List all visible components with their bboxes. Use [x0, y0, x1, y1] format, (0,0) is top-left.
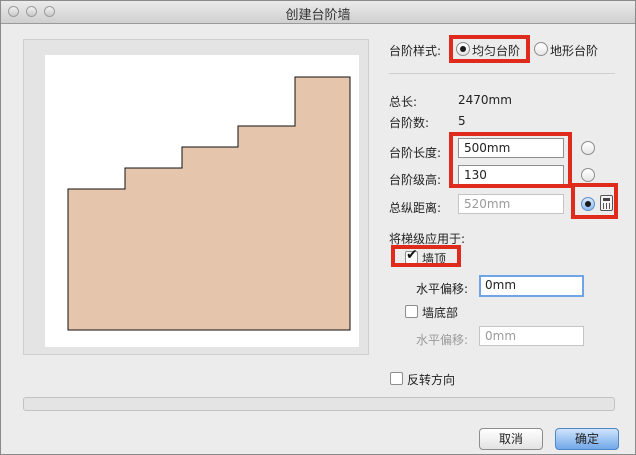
step-height-radio[interactable]	[581, 168, 595, 182]
total-vertical-input: 520mm	[458, 194, 564, 214]
window-title: 创建台阶墙	[285, 8, 351, 23]
stepped-wall-preview	[67, 76, 351, 331]
step-length-radio[interactable]	[581, 141, 595, 155]
step-count-label: 台阶数:	[389, 116, 430, 130]
total-length-value: 2470mm	[458, 93, 512, 107]
ok-button[interactable]: 确定	[555, 428, 619, 450]
highlight-box	[449, 132, 572, 188]
reverse-direction-label[interactable]: 反转方向	[407, 371, 455, 388]
wall-bottom-label[interactable]: 墙底部	[422, 304, 458, 321]
terrain-steps-radio[interactable]	[534, 42, 548, 56]
step-count-value: 5	[458, 114, 466, 128]
wall-top-offset-label: 水平偏移:	[416, 282, 469, 296]
stepped-wall-shape	[67, 76, 351, 331]
wall-bottom-checkbox[interactable]	[405, 305, 418, 318]
dialog-window: 创建台阶墙 台阶样式: 均匀台阶 地形台阶 总长: 2470mm 台阶数: 5 …	[0, 0, 636, 455]
step-length-label: 台阶长度:	[389, 146, 442, 160]
title-bar: 创建台阶墙	[1, 1, 635, 24]
separator	[389, 73, 615, 74]
preview-canvas	[45, 55, 359, 347]
progress-bar	[23, 397, 615, 411]
wall-bottom-offset-input: 0mm	[479, 326, 584, 346]
wall-bottom-offset-label: 水平偏移:	[416, 333, 469, 347]
highlight-box	[391, 245, 461, 267]
preview-panel	[23, 39, 369, 355]
style-label: 台阶样式:	[389, 44, 442, 58]
reverse-direction-checkbox[interactable]	[390, 372, 403, 385]
cancel-button[interactable]: 取消	[479, 428, 543, 450]
highlight-box	[449, 35, 530, 63]
wall-top-offset-input[interactable]: 0mm	[479, 275, 584, 297]
total-length-label: 总长:	[389, 95, 418, 109]
terrain-steps-label[interactable]: 地形台阶	[550, 42, 598, 59]
total-vertical-label: 总纵距离:	[389, 201, 442, 215]
step-height-label: 台阶级高:	[389, 173, 442, 187]
highlight-box	[571, 183, 618, 219]
